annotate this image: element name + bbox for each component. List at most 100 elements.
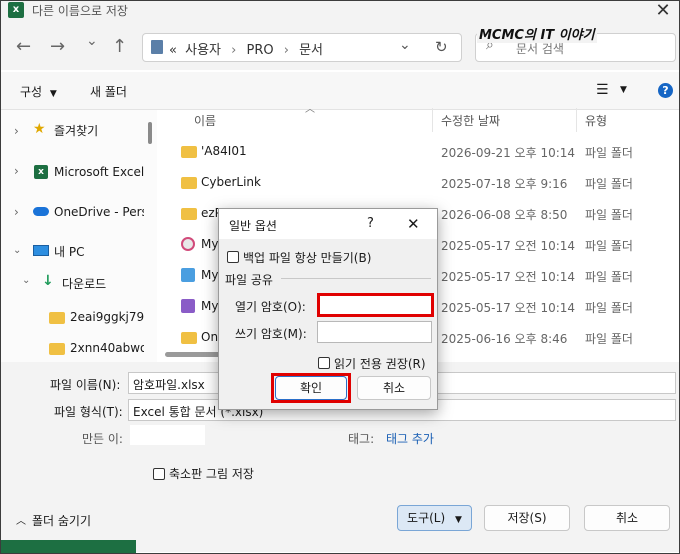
- help-icon[interactable]: ?: [658, 83, 673, 98]
- file-type: 파일 폴더: [585, 270, 633, 284]
- file-type: 파일 폴더: [585, 177, 633, 191]
- column-header-modified[interactable]: 수정한 날짜: [441, 112, 500, 129]
- organize-label: 구성: [20, 85, 43, 99]
- dialog-help-button[interactable]: ?: [367, 216, 374, 231]
- save-thumbnail-label: 축소판 그림 저장: [169, 467, 254, 481]
- file-name: My: [201, 268, 219, 282]
- file-type: 파일 폴더: [585, 301, 633, 315]
- folder-icon: [181, 146, 197, 158]
- ok-button[interactable]: 확인: [275, 376, 347, 400]
- documents-location-icon: [151, 40, 163, 54]
- sidebar-item-onedrive[interactable]: OneDrive - Perso: [54, 202, 144, 222]
- videos-folder-icon: [181, 299, 195, 313]
- column-header-type[interactable]: 유형: [585, 112, 607, 129]
- add-tag-link[interactable]: 태그 추가: [386, 430, 434, 447]
- refresh-icon[interactable]: ↻: [435, 38, 448, 56]
- address-bar[interactable]: « 사용자 › PRO › 문서 ⌄ ↻: [142, 33, 462, 62]
- file-modified: 2025-06-16 오후 8:46: [441, 332, 568, 346]
- address-dropdown-icon[interactable]: ⌄: [399, 37, 411, 53]
- group-divider: [281, 278, 431, 279]
- file-modified: 2025-05-17 오전 10:14: [441, 270, 576, 284]
- caret-down-icon: ▼: [455, 515, 462, 525]
- collapse-chevron-icon[interactable]: ⌄: [22, 275, 30, 286]
- folder-icon: [49, 343, 65, 355]
- sidebar-item-excel[interactable]: Microsoft Excel: [54, 162, 144, 182]
- file-modified: 2025-05-17 오전 10:14: [441, 301, 576, 315]
- save-button[interactable]: 저장(S): [484, 505, 570, 531]
- sidebar-item-favorites[interactable]: 즐겨찾기: [54, 121, 98, 141]
- tools-label: 도구(L): [407, 511, 446, 525]
- tags-label: 태그:: [348, 432, 375, 446]
- dialog-title: 일반 옵션: [229, 219, 277, 233]
- file-type: 파일 폴더: [585, 239, 633, 253]
- file-name: CyberLink: [201, 175, 261, 189]
- caret-down-icon: ▼: [49, 89, 57, 99]
- folder-icon: [181, 208, 197, 220]
- file-modified: 2025-07-18 오후 9:16: [441, 177, 568, 191]
- save-thumbnail-checkbox[interactable]: [153, 468, 165, 480]
- column-header-name[interactable]: 이름: [194, 112, 216, 129]
- sidebar-item-this-pc[interactable]: 내 PC: [54, 242, 84, 262]
- hide-folders-button[interactable]: 폴더 숨기기: [32, 512, 91, 529]
- up-folder-icon[interactable]: ↑: [112, 36, 127, 57]
- breadcrumb-item-users[interactable]: 사용자: [185, 43, 221, 58]
- sidebar-item-downloads[interactable]: 다운로드: [62, 274, 106, 294]
- forward-icon[interactable]: →: [50, 36, 65, 57]
- excel-taskbar-strip: [1, 540, 136, 553]
- filetype-label: 파일 형식(T):: [54, 405, 123, 419]
- folder-icon: [181, 177, 197, 189]
- column-divider: [576, 108, 577, 132]
- breadcrumb-item-documents[interactable]: 문서: [299, 43, 323, 58]
- sidebar-scrollbar[interactable]: [148, 122, 152, 144]
- breadcrumb-item-pro[interactable]: PRO: [246, 43, 273, 58]
- window-close-button[interactable]: ✕: [648, 0, 678, 24]
- recent-locations-icon[interactable]: ⌄: [86, 33, 98, 49]
- file-modified: 2026-06-08 오후 8:50: [441, 208, 568, 222]
- backup-label: 백업 파일 항상 만들기(B): [243, 251, 372, 265]
- folder-icon: [49, 312, 65, 324]
- sidebar-item-folder[interactable]: 2eai9ggkj79q: [70, 307, 144, 327]
- new-folder-button[interactable]: 새 폴더: [90, 83, 127, 100]
- chevron-up-icon[interactable]: ︿: [16, 512, 26, 527]
- collapse-chevron-icon[interactable]: ⌄: [13, 245, 21, 256]
- breadcrumb-separator: ›: [283, 43, 289, 58]
- breadcrumb-prefix: «: [169, 43, 177, 58]
- file-row[interactable]: CyberLink 2025-07-18 오후 9:16 파일 폴더: [170, 168, 670, 198]
- dialog-cancel-button[interactable]: 취소: [357, 376, 431, 400]
- column-divider: [432, 108, 433, 132]
- open-password-label: 열기 암호(O):: [235, 300, 306, 314]
- cancel-button[interactable]: 취소: [584, 505, 670, 531]
- view-options-icon[interactable]: ☰: [596, 82, 609, 98]
- dialog-close-button[interactable]: ✕: [407, 215, 420, 233]
- file-type: 파일 폴더: [585, 332, 633, 346]
- expand-chevron-icon[interactable]: ›: [14, 205, 19, 219]
- readonly-checkbox[interactable]: [318, 357, 330, 369]
- open-password-input[interactable]: [320, 296, 431, 314]
- file-name: 'A84I01: [201, 144, 247, 158]
- backup-checkbox[interactable]: [227, 251, 239, 263]
- author-label: 만든 이:: [82, 432, 123, 446]
- tools-button[interactable]: 도구(L) ▼: [397, 505, 472, 531]
- breadcrumb-separator: ›: [231, 43, 237, 58]
- file-sharing-group-label: 파일 공유: [225, 273, 273, 287]
- star-icon: ★: [33, 121, 46, 137]
- cloud-icon: [33, 207, 49, 216]
- file-name: My: [201, 299, 219, 313]
- modify-password-input[interactable]: [317, 321, 432, 343]
- expand-chevron-icon[interactable]: ›: [14, 164, 19, 178]
- sidebar-item-folder[interactable]: 2xnn40abwo: [70, 338, 144, 358]
- file-row[interactable]: 'A84I01 2026-09-21 오후 10:14 파일 폴더: [170, 137, 670, 167]
- expand-chevron-icon[interactable]: ›: [14, 124, 19, 138]
- file-type: 파일 폴더: [585, 208, 633, 222]
- breadcrumb: « 사용자 › PRO › 문서: [169, 39, 323, 58]
- author-field[interactable]: [130, 425, 205, 445]
- view-dropdown-icon[interactable]: ▼: [620, 85, 627, 95]
- filename-label: 파일 이름(N):: [50, 378, 121, 392]
- file-name: My: [201, 237, 219, 251]
- general-options-dialog: 일반 옵션 ? ✕ 백업 파일 항상 만들기(B) 파일 공유 열기 암호(O)…: [218, 208, 438, 410]
- window-title: 다른 이름으로 저장: [32, 4, 128, 18]
- readonly-label: 읽기 전용 권장(R): [334, 357, 426, 371]
- download-icon: ↓: [42, 273, 54, 289]
- back-icon[interactable]: ←: [16, 36, 31, 57]
- organize-button[interactable]: 구성 ▼: [20, 83, 57, 100]
